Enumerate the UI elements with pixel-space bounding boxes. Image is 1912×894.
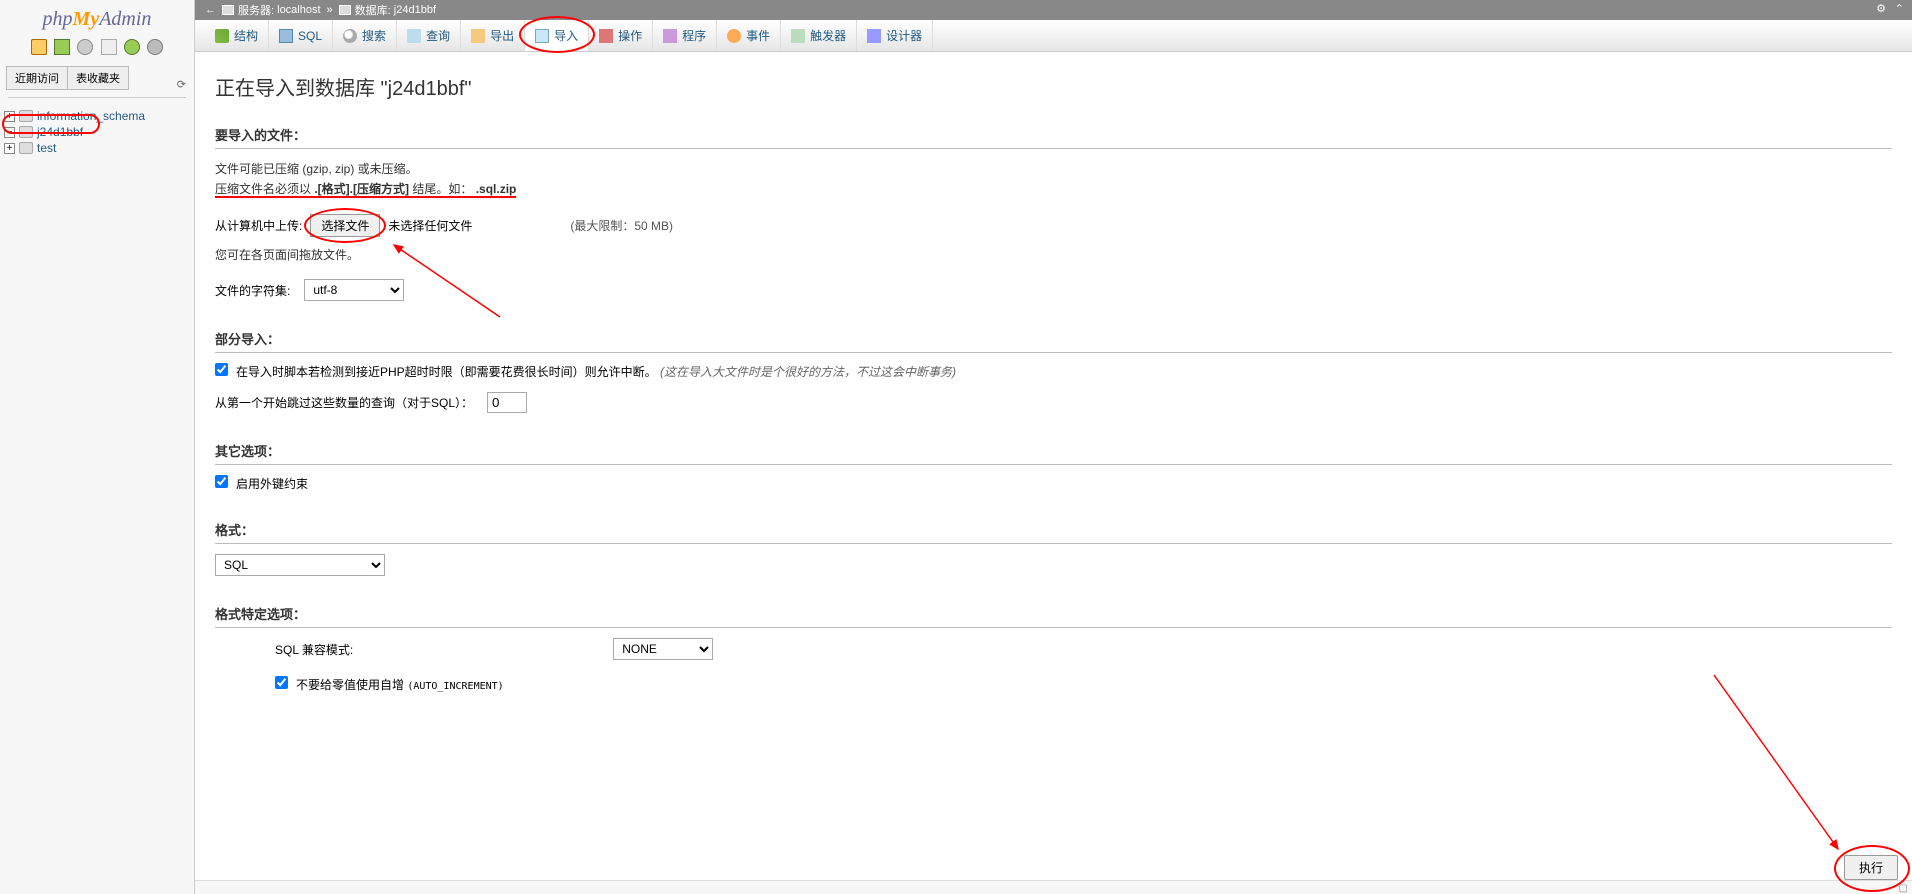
reload-icon[interactable]: [124, 39, 140, 55]
tree-item-j24d1bbf[interactable]: − j24d1bbf: [0, 124, 194, 140]
no-file-label: 未选择任何文件: [388, 217, 472, 234]
nav-back-icon[interactable]: ←: [205, 4, 216, 16]
sidebar-tab-recent[interactable]: 近期访问: [6, 66, 68, 90]
sql-icon: [279, 29, 293, 43]
autoincr-label: 不要给零值使用自增 (AUTO_INCREMENT): [296, 676, 1892, 693]
sidebar-quickicons: [0, 35, 194, 62]
autoincr-checkbox[interactable]: [275, 676, 288, 689]
charset-label: 文件的字符集:: [215, 282, 290, 299]
search-icon: [343, 29, 357, 43]
tab-设计器[interactable]: 设计器: [857, 20, 933, 51]
charset-select[interactable]: utf-8: [304, 279, 404, 301]
proc-icon: [663, 29, 677, 43]
page-title: 正在导入到数据库 "j24d1bbf": [215, 72, 1892, 101]
submit-button[interactable]: 执行: [1844, 855, 1898, 880]
tab-导入[interactable]: 导入: [525, 20, 589, 51]
tab-导出[interactable]: 导出: [461, 20, 525, 51]
ops-icon: [599, 29, 613, 43]
main-content: 正在导入到数据库 "j24d1bbf" 要导入的文件： 文件可能已压缩 (gzi…: [195, 52, 1912, 781]
tab-SQL[interactable]: SQL: [269, 20, 333, 51]
allow-interrupt-label: 在导入时脚本若检测到接近PHP超时时限（即需要花费很长时间）则允许中断。 (这在…: [236, 363, 1892, 380]
logo[interactable]: phpMyAdmin: [0, 0, 194, 35]
tree-expand-icon[interactable]: +: [4, 111, 15, 122]
tab-搜索[interactable]: 搜索: [333, 20, 397, 51]
section-partial: 部分导入：: [215, 329, 1892, 353]
skip-queries-input[interactable]: [487, 392, 527, 413]
trig-icon: [791, 29, 805, 43]
section-other: 其它选项：: [215, 441, 1892, 465]
tab-查询[interactable]: 查询: [397, 20, 461, 51]
compress-hint: 文件可能已压缩 (gzip, zip) 或未压缩。: [215, 159, 1892, 179]
compat-select[interactable]: NONE: [613, 638, 713, 660]
fk-checkbox[interactable]: [215, 475, 228, 488]
import-icon: [535, 29, 549, 43]
database-icon: [19, 110, 33, 122]
tree-item-test[interactable]: + test: [0, 140, 194, 156]
dragdrop-hint: 您可在各页面间拖放文件。: [215, 245, 1892, 265]
breadcrumb-db[interactable]: j24d1bbf: [394, 4, 436, 16]
tree-item-information-schema[interactable]: + information_schema: [0, 108, 194, 124]
tree-expand-icon[interactable]: +: [4, 143, 15, 154]
settings-icon[interactable]: ⚙: [1876, 2, 1886, 15]
console-bar[interactable]: ▢: [195, 880, 1912, 894]
fk-label: 启用外键约束: [236, 475, 1892, 492]
section-import-file: 要导入的文件：: [215, 125, 1892, 149]
sidebar: phpMyAdmin 近期访问 表收藏夹 ⟳ + information_sch…: [0, 0, 195, 894]
collapse-icon[interactable]: ⌃: [1895, 2, 1904, 15]
allow-interrupt-checkbox[interactable]: [215, 363, 228, 376]
tab-触发器[interactable]: 触发器: [781, 20, 857, 51]
db-tree: + information_schema − j24d1bbf + test: [0, 104, 194, 156]
choose-file-button[interactable]: 选择文件: [310, 214, 380, 237]
tree-refresh-icon[interactable]: ⟳: [177, 78, 186, 91]
server-icon: [222, 5, 234, 15]
sql-icon[interactable]: [101, 39, 117, 55]
struct-icon: [215, 29, 229, 43]
max-limit-label: (最大限制：50 MB): [570, 217, 673, 234]
compat-label: SQL 兼容模式:: [275, 641, 353, 658]
tab-操作[interactable]: 操作: [589, 20, 653, 51]
database-icon: [339, 5, 351, 15]
format-select[interactable]: SQL: [215, 554, 385, 576]
home-icon[interactable]: [31, 39, 47, 55]
upload-label: 从计算机中上传:: [215, 217, 302, 234]
logout-icon[interactable]: [54, 39, 70, 55]
console-toggle-icon[interactable]: ▢: [1899, 883, 1908, 894]
docs-icon[interactable]: [77, 39, 93, 55]
section-format-opts: 格式特定选项：: [215, 604, 1892, 628]
query-icon: [407, 29, 421, 43]
tab-事件[interactable]: 事件: [717, 20, 781, 51]
tab-程序[interactable]: 程序: [653, 20, 717, 51]
tab-结构[interactable]: 结构: [205, 20, 269, 51]
tabs: 结构SQL搜索查询导出导入操作程序事件触发器设计器: [195, 20, 1912, 52]
events-icon: [727, 29, 741, 43]
tree-collapse-icon[interactable]: −: [4, 127, 15, 138]
sidebar-tab-favorites[interactable]: 表收藏夹: [67, 66, 129, 90]
breadcrumb-db-label: 数据库:: [355, 2, 391, 18]
breadcrumb-server[interactable]: localhost: [277, 4, 320, 16]
skip-queries-label: 从第一个开始跳过这些数量的查询（对于SQL）：: [215, 394, 473, 411]
database-icon: [19, 142, 33, 154]
database-icon: [19, 126, 33, 138]
breadcrumb-server-label: 服务器:: [238, 2, 274, 18]
breadcrumb: ← 服务器: localhost » 数据库: j24d1bbf ⚙ ⌃: [195, 0, 1912, 20]
export-icon: [471, 29, 485, 43]
section-format: 格式：: [215, 520, 1892, 544]
gear-icon[interactable]: [147, 39, 163, 55]
filename-hint: 压缩文件名必须以 .[格式].[压缩方式] 结尾。如： .sql.zip: [215, 179, 1892, 199]
design-icon: [867, 29, 881, 43]
